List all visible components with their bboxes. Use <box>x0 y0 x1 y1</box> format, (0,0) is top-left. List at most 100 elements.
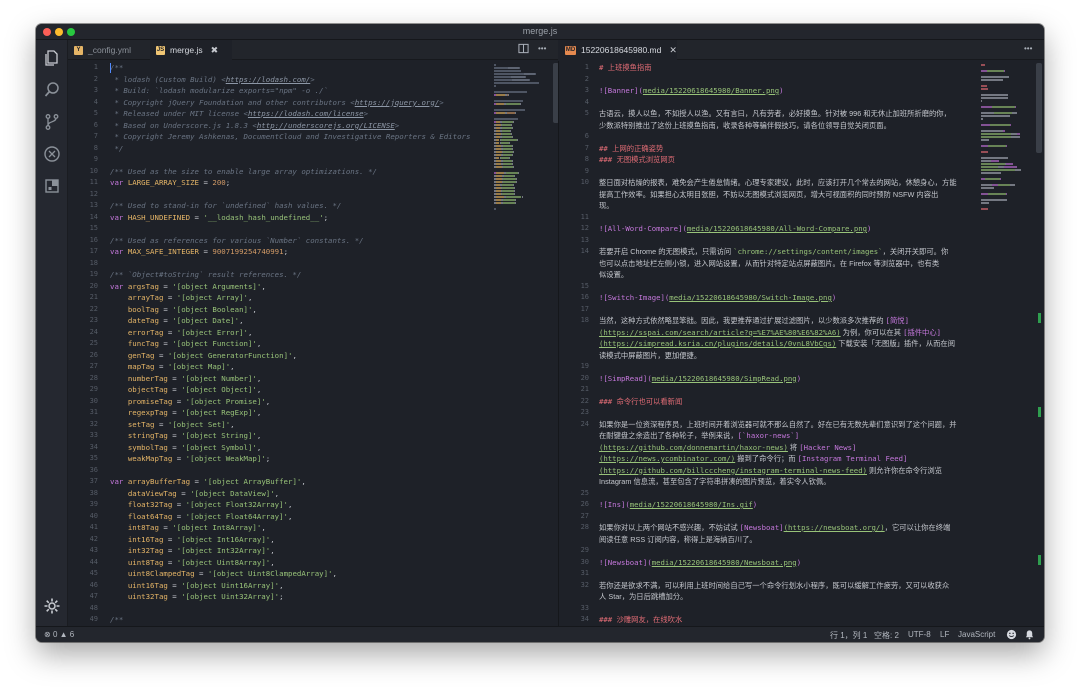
code-token: float64Tag <box>127 511 173 521</box>
code-editor[interactable]: 1/** 2 * lodash (Custom Build) <https://l… <box>68 61 492 626</box>
language-mode[interactable]: JavaScript <box>958 630 995 639</box>
eol-setting[interactable]: LF <box>940 630 949 639</box>
minimap-line <box>494 82 539 84</box>
markdown-line: (https://news.ycombinator.com/) 搬到了命令行；而… <box>599 453 907 465</box>
markdown-token: media/15220618645980/Ins.gif <box>629 500 753 509</box>
close-tab-icon[interactable]: ✕ <box>669 45 677 56</box>
markdown-token: 读模式中屏蔽图片，更加便捷。 <box>599 350 702 360</box>
line-number: 45 <box>89 569 98 577</box>
line-number: 43 <box>89 546 98 554</box>
minimap-line <box>494 208 496 210</box>
markdown-token: 当然，这种方式依然略显笨拙。因此，我更推荐通过扩展过滤图片，以少数派多次推荐的 <box>599 316 886 325</box>
code-line: */ <box>110 143 123 155</box>
search-icon[interactable] <box>42 80 62 100</box>
line-number: 20 <box>89 281 98 290</box>
markdown-minimap[interactable] <box>979 61 1041 626</box>
scroll-thumb[interactable] <box>1036 63 1042 153</box>
line-number <box>563 476 589 488</box>
code-token: '[object Error]' <box>176 327 248 337</box>
tab-merge-js[interactable]: JS merge.js ✖ <box>150 40 232 60</box>
code-line: /** Used as references for various `Numb… <box>110 235 364 247</box>
minimap-line <box>512 184 514 186</box>
markdown-editor[interactable]: 1 # 上班摸鱼指南 2 3 ![Banner](media/1522061864598… <box>559 61 979 626</box>
markdown-token: 人 Star，为日后跳槽加分。 <box>599 592 688 601</box>
code-token: http://underscorejs.org/LICENSE <box>256 120 395 130</box>
code-token: '[object Int32Array]' <box>176 546 271 555</box>
tab-markdown[interactable]: MD 15220618645980.md ✕ <box>559 40 677 60</box>
code-token: objectTag <box>127 385 168 394</box>
editor-window: merge.js Y _config.yml JS merge.js ✖ •••… <box>36 24 1044 642</box>
line-number: 40 <box>89 511 98 520</box>
minimap-line <box>1014 169 1021 171</box>
code-token: * lodash (Custom Build) < <box>110 74 226 84</box>
markdown-token: 现。 <box>599 201 614 210</box>
extensions-icon[interactable] <box>42 176 62 196</box>
error-count: 0 <box>52 630 58 639</box>
smiley-icon[interactable] <box>1006 629 1017 642</box>
debug-icon[interactable] <box>42 144 62 164</box>
code-line: float32Tag = '[object Float32Array]', <box>110 499 293 511</box>
indentation-setting[interactable]: 空格: 2 <box>874 630 899 641</box>
code-token: = <box>158 523 173 532</box>
line-number: 21 <box>89 293 98 301</box>
code-token: = <box>172 454 186 463</box>
line-number: 35 <box>89 454 98 462</box>
more-icon[interactable]: ••• <box>538 44 546 53</box>
minimap-line <box>501 184 513 186</box>
markdown-token: media/15220618645980/All-Word-Compare.pn… <box>686 224 867 233</box>
error-icon: ⊗ <box>44 630 51 639</box>
cursor-position[interactable]: 行 1，列 1 <box>830 630 867 641</box>
code-line: * Copyright Jeremy Ashkenas, DocumentClo… <box>110 131 470 143</box>
minimap-line <box>986 70 1004 72</box>
minimap-line <box>981 160 992 162</box>
encoding-setting[interactable]: UTF-8 <box>908 630 931 639</box>
minimap-line <box>516 181 517 183</box>
code-token: '[object DataView]' <box>190 488 275 498</box>
line-number: 33 <box>89 431 98 439</box>
code-token: = <box>167 408 182 417</box>
markdown-token: ![Ins]( <box>599 500 630 509</box>
close-tab-icon[interactable]: ✖ <box>211 45 219 56</box>
tab-config-yml[interactable]: Y _config.yml <box>68 40 150 60</box>
bell-icon[interactable] <box>1024 629 1035 642</box>
markdown-token: (https://newsboat.org/) <box>783 523 885 532</box>
more-icon[interactable]: ••• <box>1024 44 1032 53</box>
code-token: boolTag <box>127 304 159 314</box>
line-number: 19 <box>580 362 589 370</box>
line-number: 3 <box>93 86 98 94</box>
line-number: 31 <box>580 569 589 577</box>
minimap-line <box>503 175 515 177</box>
markdown-token: 阅读任意 RSS 订阅内容，称得上是海纳百川了。 <box>599 534 757 544</box>
minimap-line <box>494 73 525 75</box>
markdown-line: 也可以点击地址栏左侧小锁，进入网站设置，从而针对特定站点屏蔽图片。在 Firef… <box>599 258 939 270</box>
markdown-token: ![All-Word-Compare]( <box>599 224 687 233</box>
line-number: 7 <box>584 143 589 152</box>
code-token: /** <box>110 615 124 624</box>
split-editor-icon[interactable] <box>518 43 529 57</box>
minimap-line <box>517 172 519 174</box>
minimap-line <box>1010 136 1021 138</box>
code-line: objectTag = '[object Object]', <box>110 384 262 396</box>
code-line: * Released under MIT license <https://lo… <box>110 108 368 120</box>
minimap-line <box>511 76 526 78</box>
problems-indicator[interactable]: ⊗ 0 ▲ 6 <box>44 630 74 639</box>
code-minimap[interactable] <box>492 61 554 626</box>
minimap-line <box>981 94 1008 96</box>
status-bar: ⊗ 0 ▲ 6 行 1，列 1 空格: 2 UTF-8 LF JavaScrip… <box>36 626 1044 642</box>
files-icon[interactable] <box>42 48 62 68</box>
code-token: arrayTag <box>127 293 164 302</box>
markdown-scrollbar[interactable] <box>1035 61 1043 626</box>
settings-icon[interactable] <box>42 596 62 616</box>
line-number: 29 <box>89 385 98 393</box>
source-control-icon[interactable] <box>42 112 62 132</box>
line-number: 29 <box>580 546 589 554</box>
code-token: var <box>110 212 128 222</box>
code-token: = <box>154 419 168 429</box>
code-token: = <box>158 316 173 325</box>
markdown-token: 若要开启 Chrome 的无图模式，只需访问 <box>599 247 734 256</box>
line-number: 37 <box>89 477 98 485</box>
